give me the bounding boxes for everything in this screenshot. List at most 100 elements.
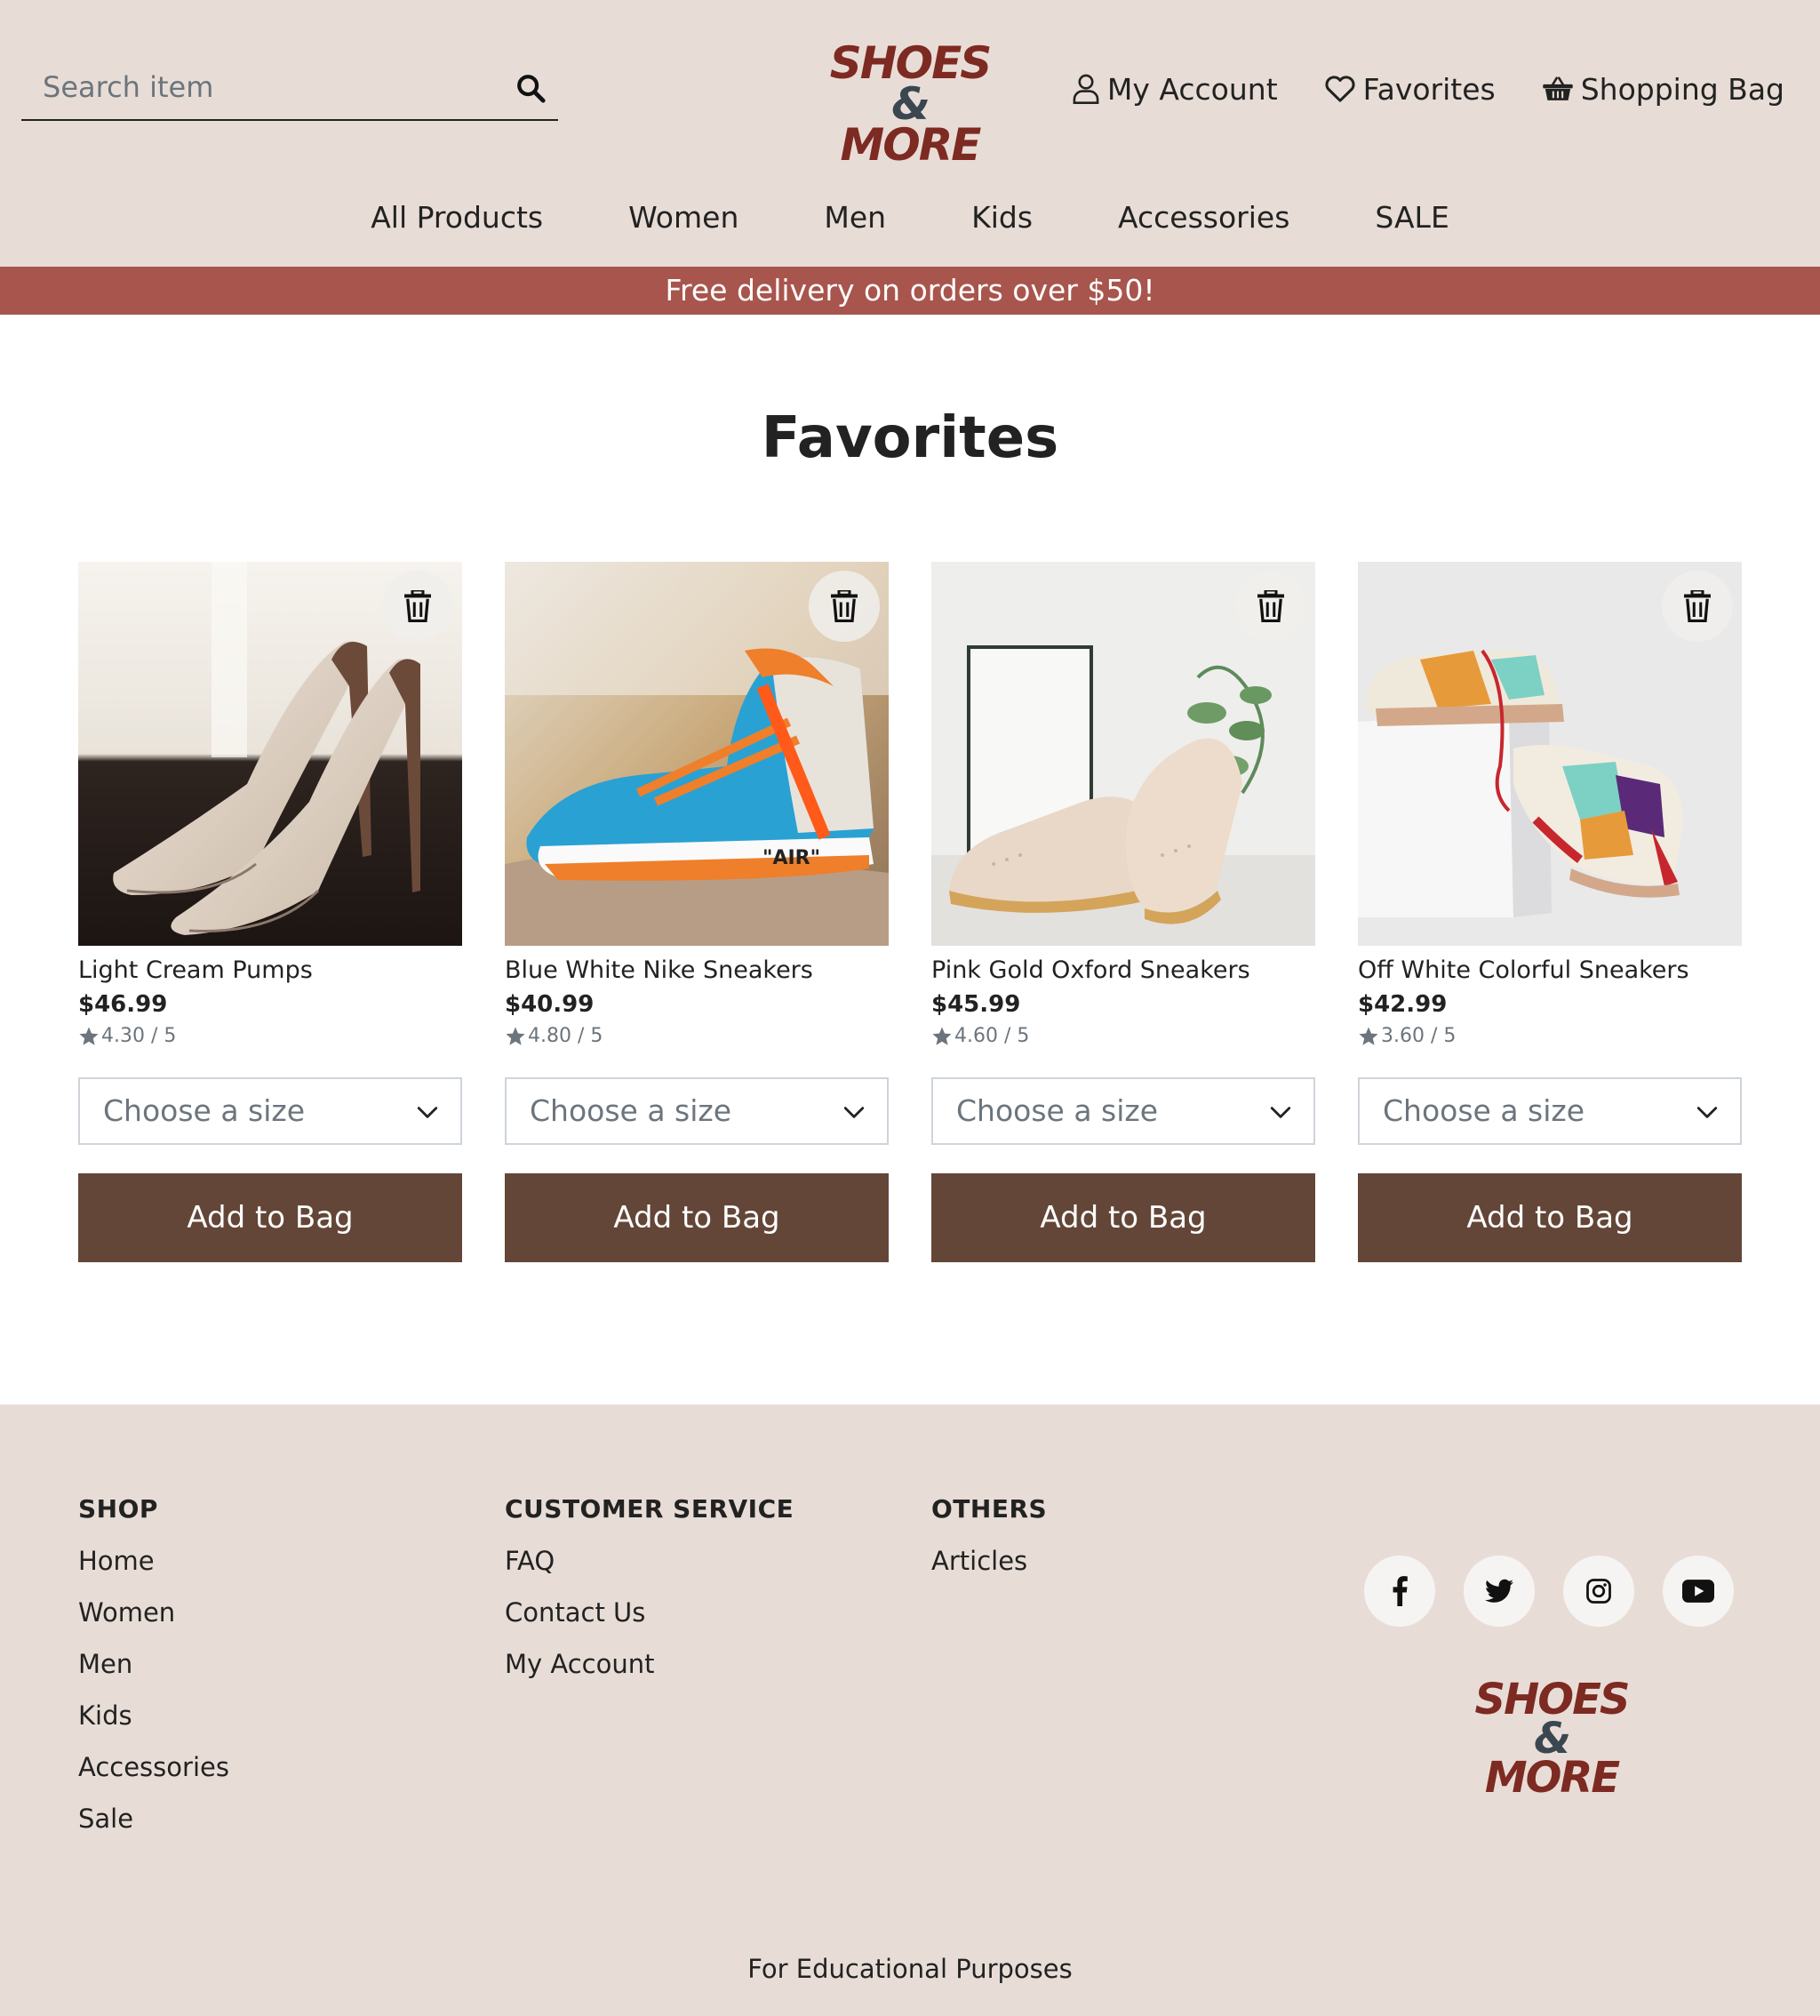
footer-link-home[interactable]: Home bbox=[78, 1543, 229, 1579]
chevron-down-icon bbox=[1270, 1107, 1291, 1118]
svg-text:"AIR": "AIR" bbox=[762, 847, 820, 869]
footer-logo[interactable]: SHOES & MORE bbox=[1467, 1678, 1636, 1799]
youtube-icon bbox=[1682, 1580, 1714, 1603]
chevron-down-icon bbox=[1696, 1107, 1718, 1118]
footer-link-women[interactable]: Women bbox=[78, 1595, 229, 1630]
main-nav: All Products Women Men Kids Accessories … bbox=[0, 187, 1820, 249]
footer-column-customer-service: CUSTOMER SERVICE FAQ Contact Us My Accou… bbox=[505, 1492, 794, 1698]
add-to-bag-button[interactable]: Add to Bag bbox=[505, 1173, 889, 1262]
rating-value: 4.30 / 5 bbox=[101, 1025, 177, 1047]
footer-link-men[interactable]: Men bbox=[78, 1646, 229, 1682]
product-image[interactable] bbox=[78, 562, 462, 946]
nav-item-women[interactable]: Women bbox=[628, 187, 738, 249]
social-links bbox=[1364, 1556, 1734, 1627]
nav-item-sale[interactable]: SALE bbox=[1375, 187, 1449, 249]
footer-link-contact-us[interactable]: Contact Us bbox=[505, 1595, 794, 1630]
logo-word-more: MORE bbox=[840, 119, 982, 171]
size-select-placeholder: Choose a size bbox=[530, 1093, 732, 1128]
chevron-down-icon bbox=[843, 1107, 865, 1118]
promo-banner: Free delivery on orders over $50! bbox=[0, 267, 1820, 315]
heart-icon bbox=[1325, 76, 1355, 102]
star-icon bbox=[506, 1027, 525, 1045]
footer-column-others: OTHERS Articles bbox=[931, 1492, 1047, 1595]
product-name[interactable]: Blue White Nike Sneakers bbox=[505, 953, 889, 988]
footer-link-my-account[interactable]: My Account bbox=[505, 1646, 794, 1682]
favorites-label: Favorites bbox=[1362, 71, 1496, 107]
twitter-link[interactable] bbox=[1464, 1556, 1535, 1627]
nav-item-all-products[interactable]: All Products bbox=[371, 187, 543, 249]
my-account-link[interactable]: My Account bbox=[1072, 72, 1278, 107]
footer-link-articles[interactable]: Articles bbox=[931, 1543, 1047, 1579]
chevron-down-icon bbox=[417, 1107, 438, 1118]
user-icon bbox=[1073, 74, 1099, 104]
shopping-bag-label: Shopping Bag bbox=[1580, 71, 1784, 107]
footer-heading-customer-service: CUSTOMER SERVICE bbox=[505, 1494, 794, 1524]
size-select[interactable]: Choose a size bbox=[1358, 1077, 1742, 1145]
search-button[interactable] bbox=[508, 66, 553, 110]
size-select-placeholder: Choose a size bbox=[103, 1093, 306, 1128]
size-select[interactable]: Choose a size bbox=[78, 1077, 462, 1145]
footer-heading-shop: SHOP bbox=[78, 1494, 158, 1524]
instagram-link[interactable] bbox=[1563, 1556, 1634, 1627]
footer-note: For Educational Purposes bbox=[747, 1954, 1073, 1984]
site-footer: SHOP Home Women Men Kids Accessories Sal… bbox=[0, 1404, 1820, 2016]
product-name[interactable]: Off White Colorful Sneakers bbox=[1358, 953, 1742, 988]
nav-item-accessories[interactable]: Accessories bbox=[1118, 187, 1289, 249]
footer-link-sale[interactable]: Sale bbox=[78, 1801, 229, 1836]
basket-icon bbox=[1543, 76, 1573, 100]
footer-heading-others: OTHERS bbox=[931, 1494, 1048, 1524]
size-select-placeholder: Choose a size bbox=[956, 1093, 1159, 1128]
facebook-link[interactable] bbox=[1364, 1556, 1435, 1627]
rating-value: 4.80 / 5 bbox=[528, 1025, 603, 1047]
star-icon bbox=[932, 1027, 952, 1045]
footer-link-faq[interactable]: FAQ bbox=[505, 1543, 794, 1579]
instagram-icon bbox=[1586, 1579, 1611, 1604]
size-select[interactable]: Choose a size bbox=[505, 1077, 889, 1145]
product-card: Light Cream Pumps $46.99 4.30 / 5 Choose… bbox=[78, 562, 462, 1262]
product-name[interactable]: Light Cream Pumps bbox=[78, 953, 462, 988]
search-bar bbox=[21, 57, 558, 121]
remove-favorite-button[interactable] bbox=[1235, 571, 1306, 642]
trash-icon bbox=[831, 590, 858, 622]
product-image[interactable] bbox=[1358, 562, 1742, 946]
favorites-link[interactable]: Favorites bbox=[1324, 72, 1496, 107]
add-to-bag-button[interactable]: Add to Bag bbox=[78, 1173, 462, 1262]
product-price: $45.99 bbox=[931, 991, 1021, 1018]
header-links: My Account Favorites Shopping Bag bbox=[1072, 64, 1784, 114]
product-rating: 4.80 / 5 bbox=[505, 1020, 889, 1052]
search-input[interactable] bbox=[21, 57, 501, 117]
product-card: Off White Colorful Sneakers $42.99 3.60 … bbox=[1358, 562, 1742, 1262]
rating-value: 4.60 / 5 bbox=[954, 1025, 1030, 1047]
page-title: Favorites bbox=[761, 405, 1059, 471]
footer-link-accessories[interactable]: Accessories bbox=[78, 1749, 229, 1785]
product-image[interactable] bbox=[931, 562, 1315, 946]
add-to-bag-button[interactable]: Add to Bag bbox=[1358, 1173, 1742, 1262]
my-account-label: My Account bbox=[1106, 71, 1278, 107]
site-logo[interactable]: SHOES & MORE bbox=[819, 41, 1001, 167]
logo-word-more: MORE bbox=[1484, 1753, 1620, 1803]
remove-favorite-button[interactable] bbox=[809, 571, 880, 642]
size-select[interactable]: Choose a size bbox=[931, 1077, 1315, 1145]
shopping-bag-link[interactable]: Shopping Bag bbox=[1542, 72, 1784, 107]
youtube-link[interactable] bbox=[1663, 1556, 1734, 1627]
rating-value: 3.60 / 5 bbox=[1381, 1025, 1457, 1047]
product-name[interactable]: Pink Gold Oxford Sneakers bbox=[931, 953, 1315, 988]
remove-favorite-button[interactable] bbox=[1662, 571, 1733, 642]
product-rating: 4.60 / 5 bbox=[931, 1020, 1315, 1052]
star-icon bbox=[79, 1027, 99, 1045]
site-header: SHOES & MORE My Account Favorites bbox=[0, 0, 1820, 267]
add-to-bag-button[interactable]: Add to Bag bbox=[931, 1173, 1315, 1262]
product-price: $46.99 bbox=[78, 991, 168, 1018]
product-rating: 4.30 / 5 bbox=[78, 1020, 462, 1052]
footer-column-shop: SHOP Home Women Men Kids Accessories Sal… bbox=[78, 1492, 229, 1852]
nav-item-kids[interactable]: Kids bbox=[971, 187, 1033, 249]
trash-icon bbox=[1257, 590, 1284, 622]
product-image[interactable]: "AIR" bbox=[505, 562, 889, 946]
nav-item-men[interactable]: Men bbox=[824, 187, 886, 249]
remove-favorite-button[interactable] bbox=[382, 571, 453, 642]
twitter-icon bbox=[1485, 1579, 1513, 1603]
trash-icon bbox=[404, 590, 431, 622]
size-select-placeholder: Choose a size bbox=[1383, 1093, 1585, 1128]
product-price: $42.99 bbox=[1358, 991, 1448, 1018]
footer-link-kids[interactable]: Kids bbox=[78, 1698, 229, 1733]
